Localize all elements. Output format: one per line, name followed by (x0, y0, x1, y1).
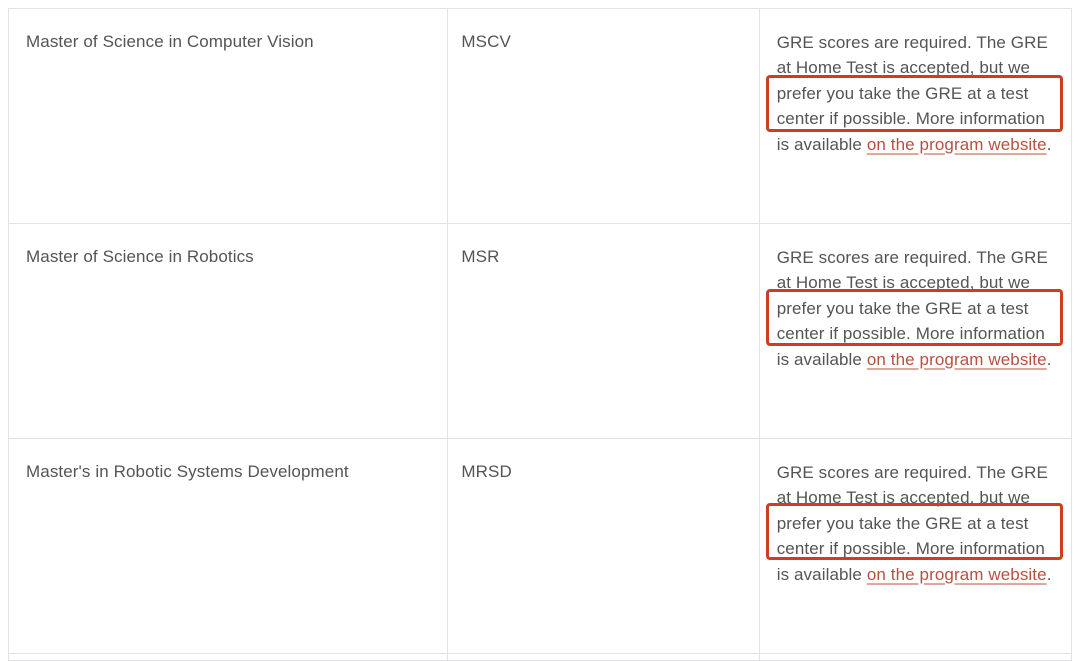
program-website-link[interactable]: on the program website (867, 350, 1047, 369)
program-website-link[interactable]: on the program website (867, 565, 1047, 584)
gre-requirements-table: Master of Science in Computer Vision MSC… (7, 8, 1073, 661)
cell-program-abbreviation: MSCV (447, 8, 760, 224)
cell-program-abbreviation: MRSD (447, 438, 760, 654)
cell-gre-requirement: GRE scores are required. The GRE at Home… (758, 223, 1073, 439)
program-name-text: Master of Science in Computer Vision (26, 32, 314, 51)
cell-gre-requirement (758, 653, 1073, 661)
requirement-paragraph: GRE scores are required. The GRE at Home… (777, 30, 1059, 157)
requirement-paragraph: GRE scores are required. The GRE at Home… (777, 460, 1059, 587)
program-name-text: Master's in Robotic Systems Development (26, 462, 349, 481)
requirement-trail-period: . (1046, 134, 1052, 154)
requirement-paragraph: GRE scores are required. The GRE at Home… (777, 245, 1059, 372)
cell-program-name: Master's in Robotic Systems Development (7, 438, 449, 654)
requirement-trail-period: . (1046, 349, 1052, 369)
cell-gre-requirement: GRE scores are required. The GRE at Home… (758, 438, 1073, 654)
table-row-partial (7, 653, 1073, 661)
table-row: Master's in Robotic Systems Development … (7, 438, 1073, 654)
page-root: Master of Science in Computer Vision MSC… (0, 0, 1080, 661)
cell-program-abbreviation: MSR (447, 223, 760, 439)
cell-program-name (7, 653, 449, 661)
table-body: Master of Science in Computer Vision MSC… (7, 8, 1073, 661)
program-abbreviation-text: MSCV (461, 32, 511, 51)
cell-program-name: Master of Science in Robotics (7, 223, 449, 439)
requirement-trail-period: . (1046, 564, 1052, 584)
program-name-text: Master of Science in Robotics (26, 247, 254, 266)
program-abbreviation-text: MSR (461, 247, 500, 266)
program-website-link[interactable]: on the program website (867, 135, 1047, 154)
table-row: Master of Science in Robotics MSR GRE sc… (7, 223, 1073, 439)
cell-gre-requirement: GRE scores are required. The GRE at Home… (758, 8, 1073, 224)
cell-program-name: Master of Science in Computer Vision (7, 8, 449, 224)
table-row: Master of Science in Computer Vision MSC… (7, 8, 1073, 224)
cell-program-abbreviation (447, 653, 760, 661)
program-abbreviation-text: MRSD (461, 462, 512, 481)
